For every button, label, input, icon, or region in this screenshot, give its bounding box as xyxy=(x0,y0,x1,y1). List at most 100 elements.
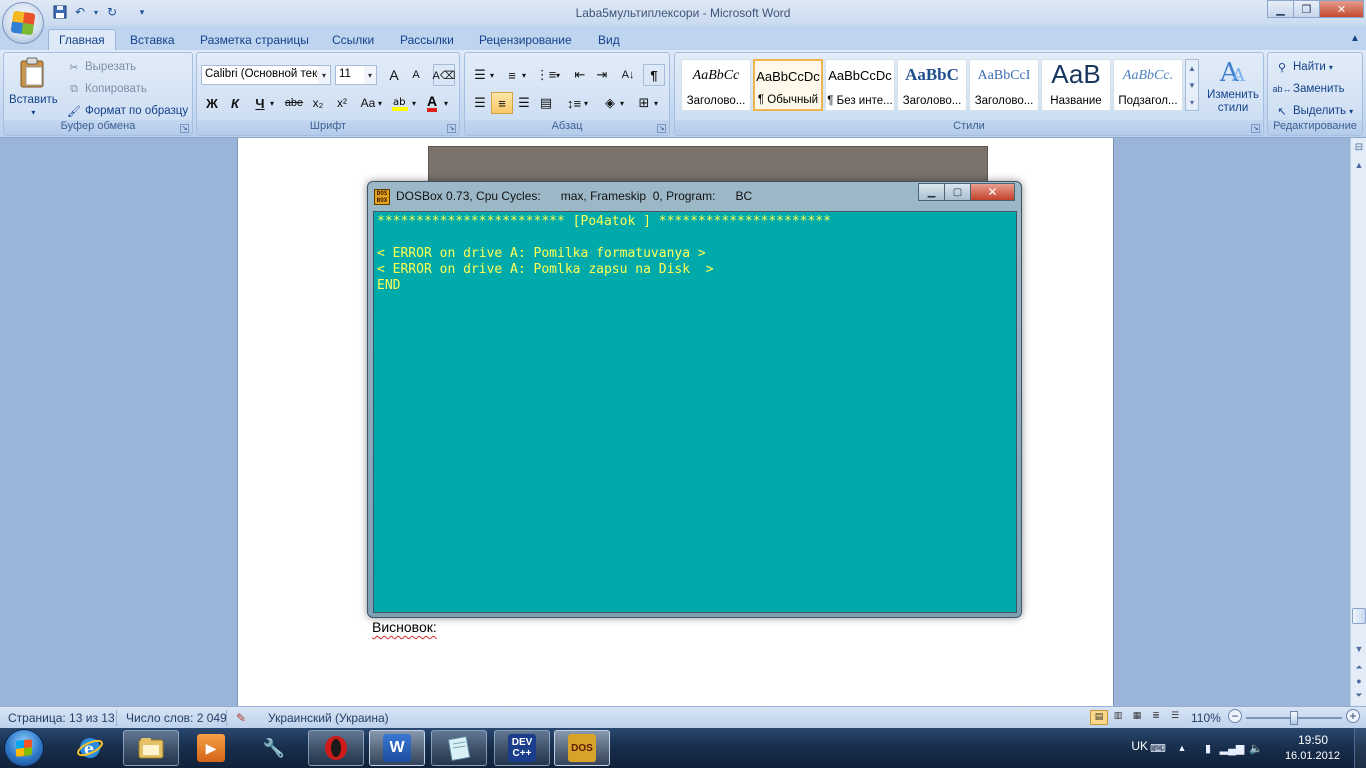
show-hidden-icons-icon[interactable]: ▲ xyxy=(1174,740,1190,756)
page-count[interactable]: Страница: 13 из 13 xyxy=(8,711,115,725)
ruler-toggle-icon[interactable]: ⊟ xyxy=(1353,142,1365,153)
scroll-thumb[interactable] xyxy=(1352,608,1366,624)
dosbox-screen[interactable]: ************************ [Po4atok ] ****… xyxy=(373,211,1017,613)
style-heading3[interactable]: AaBbCcI Заголово... xyxy=(969,59,1039,111)
paste-button[interactable]: Вставить ▾ xyxy=(9,57,58,117)
dialog-launcher-icon[interactable]: ↘ xyxy=(657,124,666,133)
increase-indent-icon[interactable]: ⇥ xyxy=(591,64,613,86)
network-icon[interactable]: ▂▄▆ xyxy=(1220,740,1245,756)
style-heading1[interactable]: AaBbCc Заголово... xyxy=(681,59,751,111)
tab-references[interactable]: Ссылки xyxy=(332,30,374,50)
dialog-launcher-icon[interactable]: ↘ xyxy=(1251,124,1260,133)
styles-scroll[interactable]: ▲ ▼ ▾ xyxy=(1185,59,1199,111)
font-color-button[interactable]: A xyxy=(421,92,443,114)
style-title[interactable]: АаВ Название xyxy=(1041,59,1111,111)
align-center-icon[interactable]: ≡ xyxy=(491,92,513,114)
taskbar-dosbox[interactable]: DOS xyxy=(554,730,610,766)
chevron-down-icon[interactable]: ▾ xyxy=(651,92,661,114)
highlight-icon[interactable]: ab xyxy=(389,92,411,114)
office-button[interactable] xyxy=(2,2,44,44)
chevron-down-icon[interactable]: ▾ xyxy=(441,92,451,114)
shrink-font-button[interactable]: A xyxy=(405,64,427,86)
format-painter-button[interactable]: 🖌 Формат по образцу xyxy=(66,103,188,119)
full-screen-reading-icon[interactable]: ▥ xyxy=(1109,710,1127,725)
scroll-down-icon[interactable]: ▼ xyxy=(1353,644,1365,654)
dialog-launcher-icon[interactable]: ↘ xyxy=(180,124,189,133)
scroll-up-icon[interactable]: ▲ xyxy=(1353,160,1365,170)
sort-icon[interactable]: A↓ xyxy=(617,64,639,86)
style-no-spacing[interactable]: AaBbCcDc ¶ Без инте... xyxy=(825,59,895,111)
subscript-button[interactable]: x₂ xyxy=(307,92,329,114)
taskbar-media-player[interactable]: ▶ xyxy=(183,730,239,766)
word-count[interactable]: Число слов: 2 049 xyxy=(126,711,227,725)
dosbox-title-bar[interactable]: DOS BOX DOSBox 0.73, Cpu Cycles: max, Fr… xyxy=(368,182,1021,210)
taskbar-opera[interactable] xyxy=(308,730,364,766)
clear-formatting-icon[interactable]: A⌫ xyxy=(433,64,455,86)
clock-date[interactable]: 16.01.2012 xyxy=(1285,750,1340,762)
style-normal[interactable]: AaBbCcDc ¶ Обычный xyxy=(753,59,823,111)
clock-time[interactable]: 19:50 xyxy=(1298,733,1328,747)
chevron-down-icon[interactable]: ▾ xyxy=(553,64,563,86)
style-heading2[interactable]: AaBbC Заголово... xyxy=(897,59,967,111)
print-layout-icon[interactable]: ▤ xyxy=(1090,710,1108,725)
zoom-slider-thumb[interactable] xyxy=(1290,711,1298,725)
zoom-in-button[interactable]: + xyxy=(1346,709,1360,723)
chevron-down-icon[interactable]: ▾ xyxy=(581,92,591,114)
chevron-down-icon[interactable]: ▾ xyxy=(409,92,419,114)
volume-icon[interactable]: 🔈 xyxy=(1248,740,1264,756)
superscript-button[interactable]: x² xyxy=(331,92,353,114)
outline-icon[interactable]: ≣ xyxy=(1147,710,1165,725)
conclusion-text[interactable]: Висновок: xyxy=(372,619,437,635)
chevron-down-icon[interactable]: ▾ xyxy=(519,64,529,86)
bold-button[interactable]: Ж xyxy=(201,92,223,114)
taskbar-dev-cpp[interactable]: DEV C++ xyxy=(494,730,550,766)
taskbar-word[interactable]: W xyxy=(369,730,425,766)
style-subtitle[interactable]: AaBbCc. Подзагол... xyxy=(1113,59,1183,111)
dialog-launcher-icon[interactable]: ↘ xyxy=(447,124,456,133)
draft-icon[interactable]: ☰ xyxy=(1166,710,1184,725)
replace-button[interactable]: ab↔ Заменить xyxy=(1273,81,1345,97)
keyboard-language[interactable]: UK xyxy=(1131,739,1148,753)
dosbox-maximize-button[interactable]: ▢ xyxy=(944,183,971,201)
tab-page-layout[interactable]: Разметка страницы xyxy=(200,30,309,50)
tab-view[interactable]: Вид xyxy=(598,30,620,50)
chevron-down-icon[interactable]: ▾ xyxy=(617,92,627,114)
cut-button[interactable]: ✂ Вырезать xyxy=(66,59,136,75)
zoom-out-button[interactable]: − xyxy=(1228,709,1242,723)
tab-insert[interactable]: Вставка xyxy=(130,30,175,50)
dosbox-window[interactable]: DOS BOX DOSBox 0.73, Cpu Cycles: max, Fr… xyxy=(367,181,1022,618)
vertical-scrollbar[interactable]: ⊟ ▲ ▼ ⏶ ● ⏷ xyxy=(1350,138,1366,706)
font-name-combo[interactable]: Calibri (Основной текс ▾ xyxy=(201,65,331,85)
more-styles-icon[interactable]: ▾ xyxy=(1186,94,1198,111)
taskbar-tools[interactable]: 🔧 xyxy=(246,730,302,766)
italic-button[interactable]: К xyxy=(224,92,246,114)
dosbox-close-button[interactable]: ✕ xyxy=(970,183,1015,201)
previous-page-icon[interactable]: ⏶ xyxy=(1353,662,1365,673)
web-layout-icon[interactable]: ▦ xyxy=(1128,710,1146,725)
tab-home[interactable]: Главная xyxy=(48,29,116,51)
align-left-icon[interactable]: ☰ xyxy=(469,92,491,114)
chevron-down-icon[interactable]: ▾ xyxy=(267,92,277,114)
dosbox-minimize-button[interactable]: ▁ xyxy=(918,183,945,201)
scroll-up-icon[interactable]: ▲ xyxy=(1186,60,1198,77)
maximize-button[interactable]: ❐ xyxy=(1293,0,1320,18)
align-right-icon[interactable]: ☰ xyxy=(513,92,535,114)
close-button[interactable]: ✕ xyxy=(1319,0,1364,18)
browse-object-icon[interactable]: ● xyxy=(1353,676,1365,686)
show-desktop-button[interactable] xyxy=(1354,728,1366,768)
start-button[interactable] xyxy=(4,729,44,767)
justify-icon[interactable]: ▤ xyxy=(535,92,557,114)
language-indicator[interactable]: Украинский (Украина) xyxy=(268,711,389,725)
font-size-combo[interactable]: 11 ▾ xyxy=(335,65,377,85)
grow-font-button[interactable]: A xyxy=(383,64,405,86)
minimize-button[interactable]: ▁ xyxy=(1267,0,1294,18)
strikethrough-button[interactable]: abe xyxy=(283,92,305,114)
taskbar-notepad[interactable] xyxy=(431,730,487,766)
keyboard-icon[interactable]: ⌨ xyxy=(1150,740,1166,756)
battery-icon[interactable]: ▮ xyxy=(1200,740,1216,756)
taskbar-file-explorer[interactable] xyxy=(123,730,179,766)
scroll-down-icon[interactable]: ▼ xyxy=(1186,77,1198,94)
proofing-icon[interactable]: ✎ xyxy=(236,711,246,725)
decrease-indent-icon[interactable]: ⇤ xyxy=(569,64,591,86)
chevron-down-icon[interactable]: ▾ xyxy=(375,92,385,114)
